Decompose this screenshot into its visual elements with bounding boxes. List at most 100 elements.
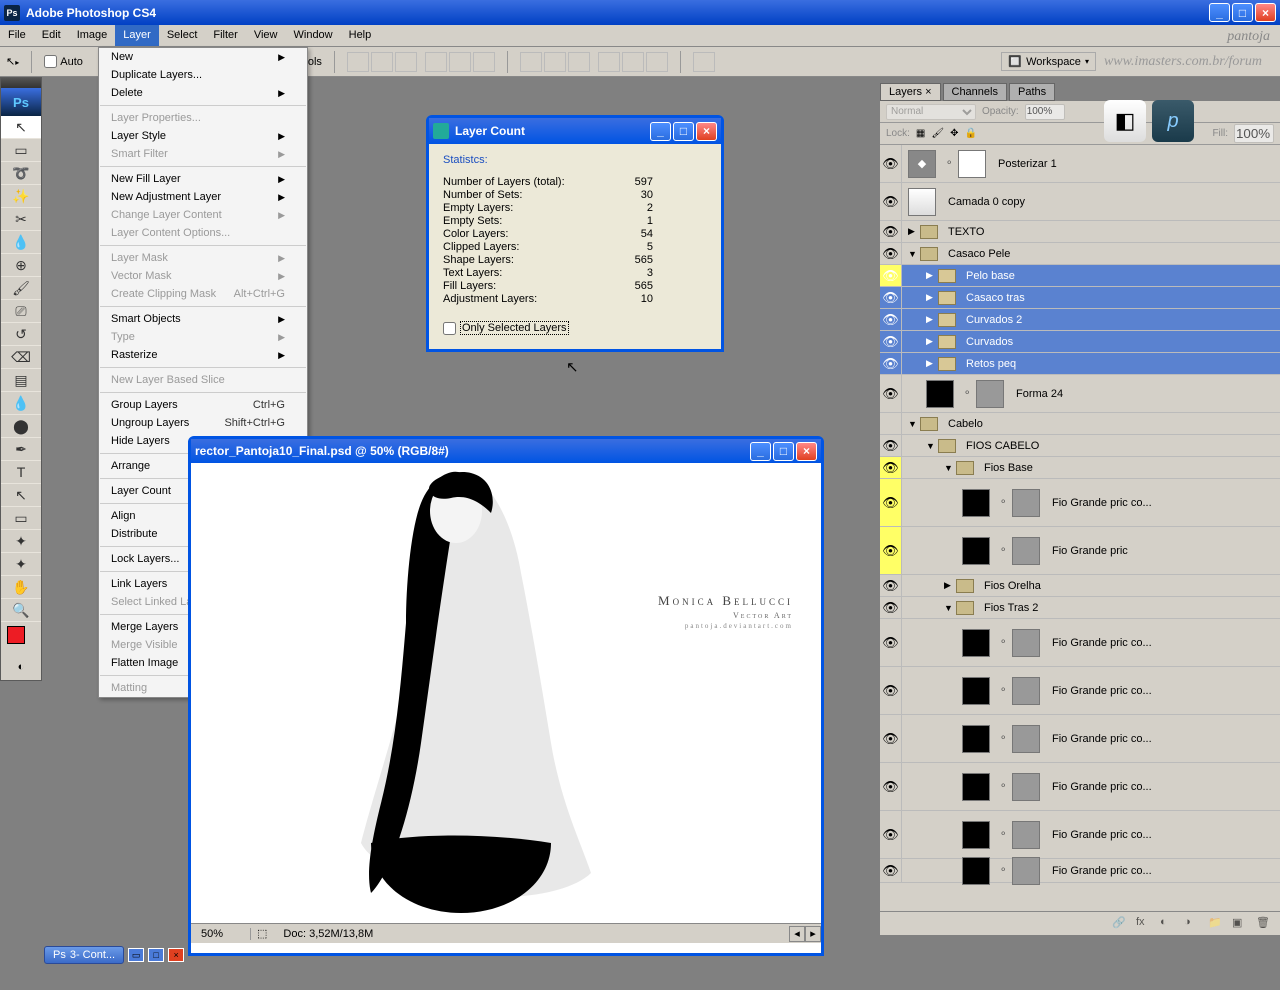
layer-row[interactable]: 👁⚬Fio Grande pric co... <box>880 811 1280 859</box>
layer-name[interactable]: Fio Grande pric co... <box>1046 733 1152 745</box>
menu-item[interactable]: New Fill Layer▶ <box>99 170 307 188</box>
layer-thumbnail[interactable]: ◆ <box>908 150 936 178</box>
disclosure-triangle[interactable]: ▶ <box>926 292 938 303</box>
layer-row[interactable]: 👁▶Fios Orelha <box>880 575 1280 597</box>
disclosure-triangle[interactable]: ▶ <box>926 336 938 347</box>
minimize-button[interactable]: _ <box>1209 3 1230 22</box>
menu-window[interactable]: Window <box>286 25 341 46</box>
layer-row[interactable]: 👁⚬Fio Grande pric co... <box>880 715 1280 763</box>
link-mask-icon[interactable]: ⚬ <box>999 781 1009 792</box>
taskbar-item[interactable]: Ps 3- Cont... <box>44 946 124 964</box>
layer-row[interactable]: 👁▼Fios Base <box>880 457 1280 479</box>
lock-all-icon[interactable]: 🔒 <box>964 128 976 139</box>
layer-row[interactable]: 👁 ▼ Casaco Pele <box>880 243 1280 265</box>
lock-pixels-icon[interactable]: 🖌 <box>931 128 944 139</box>
scroll-left-button[interactable]: ◂ <box>789 926 805 942</box>
magic-wand-tool[interactable]: ✨ <box>1 185 41 208</box>
disclosure-triangle[interactable]: ▼ <box>926 441 938 451</box>
mask-thumbnail[interactable] <box>1012 537 1040 565</box>
panel-tab-layers[interactable]: Layers × <box>880 83 941 101</box>
visibility-toggle[interactable]: 👁 <box>880 309 902 330</box>
menu-item[interactable]: Smart Objects▶ <box>99 310 307 328</box>
mask-thumbnail[interactable] <box>976 380 1004 408</box>
layer-row[interactable]: 👁⚬Fio Grande pric co... <box>880 619 1280 667</box>
layer-name[interactable]: Retos peq <box>960 358 1016 370</box>
menu-item[interactable]: New Adjustment Layer▶ <box>99 188 307 206</box>
layer-name[interactable]: Casaco Pele <box>942 248 1010 260</box>
hand-tool[interactable]: ✋ <box>1 576 41 599</box>
layer-effects-icon[interactable]: fx <box>1136 916 1152 932</box>
visibility-toggle[interactable]: 👁 <box>880 145 902 182</box>
visibility-toggle[interactable]: 👁 <box>880 353 902 374</box>
mask-thumbnail[interactable] <box>1012 629 1040 657</box>
3d-camera-tool[interactable]: ✦ <box>1 553 41 576</box>
link-mask-icon[interactable]: ⚬ <box>999 545 1009 556</box>
color-swatches[interactable] <box>1 622 41 654</box>
layer-name[interactable]: Camada 0 copy <box>942 196 1025 208</box>
layer-name[interactable]: Fios Base <box>978 462 1033 474</box>
layer-name[interactable]: Fio Grande pric co... <box>1046 781 1152 793</box>
new-group-icon[interactable]: 📁 <box>1208 916 1224 932</box>
layer-name[interactable]: Fio Grande pric co... <box>1046 637 1152 649</box>
delete-layer-icon[interactable]: 🗑 <box>1256 916 1272 932</box>
maximize-button[interactable]: □ <box>1232 3 1253 22</box>
type-tool[interactable]: T <box>1 461 41 484</box>
cube-panel-icon[interactable]: ◧ <box>1104 100 1146 142</box>
layer-row[interactable]: 👁Camada 0 copy <box>880 183 1280 221</box>
dialog-minimize-button[interactable]: _ <box>650 122 671 141</box>
opacity-input[interactable] <box>1025 104 1065 120</box>
layer-name[interactable]: Forma 24 <box>1010 388 1063 400</box>
layer-thumbnail[interactable] <box>962 725 990 753</box>
layer-thumbnail[interactable] <box>962 537 990 565</box>
mask-thumbnail[interactable] <box>1012 773 1040 801</box>
visibility-toggle[interactable] <box>880 413 902 434</box>
disclosure-triangle[interactable]: ▼ <box>908 419 920 429</box>
layer-thumbnail[interactable] <box>962 857 990 885</box>
layer-name[interactable]: Fio Grande pric co... <box>1046 829 1152 841</box>
zoom-tool[interactable]: 🔍 <box>1 599 41 622</box>
dodge-tool[interactable]: ⬤ <box>1 415 41 438</box>
visibility-toggle[interactable]: 👁 <box>880 243 902 264</box>
doc-minimize-button[interactable]: _ <box>750 442 771 461</box>
lock-position-icon[interactable]: ✥ <box>950 128 958 139</box>
lock-transparency-icon[interactable]: ▦ <box>916 128 925 139</box>
quick-mask-button[interactable]: ◐ <box>1 654 41 680</box>
layer-thumbnail[interactable] <box>962 677 990 705</box>
layer-thumbnail[interactable] <box>962 773 990 801</box>
visibility-toggle[interactable]: 👁 <box>880 331 902 352</box>
move-tool[interactable]: ↖ <box>1 116 41 139</box>
close-button[interactable]: × <box>1255 3 1276 22</box>
3d-tool[interactable]: ✦ <box>1 530 41 553</box>
menu-filter[interactable]: Filter <box>205 25 245 46</box>
layer-row[interactable]: 👁 ▶ Curvados <box>880 331 1280 353</box>
layer-row[interactable]: 👁⚬Fio Grande pric co... <box>880 763 1280 811</box>
layer-row[interactable]: 👁⚬Fio Grande pric co... <box>880 479 1280 527</box>
disclosure-triangle[interactable]: ▶ <box>926 314 938 325</box>
gradient-tool[interactable]: ▤ <box>1 369 41 392</box>
disclosure-triangle[interactable]: ▼ <box>944 463 956 473</box>
layer-name[interactable]: Curvados <box>960 336 1013 348</box>
doc-close-button[interactable]: × <box>796 442 817 461</box>
layer-row[interactable]: 👁⚬Forma 24 <box>880 375 1280 413</box>
dialog-maximize-button[interactable]: □ <box>673 122 694 141</box>
distribute-buttons[interactable] <box>520 52 668 72</box>
menu-item[interactable]: Duplicate Layers... <box>99 66 307 84</box>
menu-file[interactable]: File <box>0 25 34 46</box>
layer-row[interactable]: 👁▶Curvados 2 <box>880 309 1280 331</box>
visibility-toggle[interactable]: 👁 <box>880 375 902 412</box>
visibility-toggle[interactable]: 👁 <box>880 287 902 308</box>
menu-image[interactable]: Image <box>69 25 116 46</box>
layer-name[interactable]: TEXTO <box>942 226 984 238</box>
menu-item[interactable]: New▶ <box>99 48 307 66</box>
menu-select[interactable]: Select <box>159 25 206 46</box>
blur-tool[interactable]: 💧 <box>1 392 41 415</box>
brush-tool[interactable]: 🖌 <box>1 277 41 300</box>
mask-thumbnail[interactable] <box>1012 821 1040 849</box>
layer-name[interactable]: Fio Grande pric co... <box>1046 497 1152 509</box>
panel-tab-channels[interactable]: Channels <box>943 83 1007 101</box>
disclosure-triangle[interactable]: ▼ <box>908 249 920 259</box>
layer-mask-icon[interactable]: ◐ <box>1160 916 1176 932</box>
link-layers-icon[interactable]: 🔗 <box>1112 916 1128 932</box>
layer-row[interactable]: 👁⚬Fio Grande pric co... <box>880 859 1280 883</box>
layer-list[interactable]: 👁◆⚬Posterizar 1👁Camada 0 copy👁▶TEXTO👁▼Ca… <box>880 145 1280 935</box>
